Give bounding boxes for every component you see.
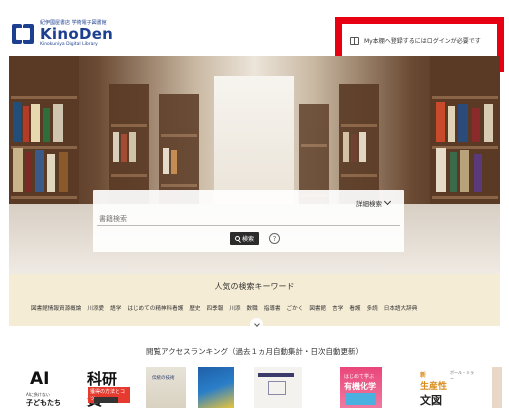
logo-title: KinoDen bbox=[40, 25, 114, 43]
bookshelf-icon bbox=[350, 36, 359, 45]
login-notice-text: My本棚へ登録するにはログインが必要です bbox=[364, 38, 481, 45]
keyword-link[interactable]: 看護 bbox=[349, 304, 360, 312]
chevron-down-icon bbox=[253, 320, 260, 327]
advanced-search-toggle[interactable]: 詳細検索 bbox=[356, 197, 392, 208]
access-ranking-title: 閲覧アクセスランキング（過去１ヵ月自動集計・日次自動更新） bbox=[146, 347, 363, 356]
keyword-link[interactable]: 図書館情報資源概論 bbox=[31, 304, 81, 312]
keyword-link[interactable]: 多読 bbox=[367, 304, 378, 312]
help-icon[interactable]: ? bbox=[269, 233, 280, 244]
keyword-link[interactable]: 数職 bbox=[247, 304, 258, 312]
book-cover-text: はじめて学ぶ bbox=[344, 374, 375, 380]
ranking-book-cover[interactable]: 伝統の技術 bbox=[146, 367, 186, 408]
search-input[interactable] bbox=[97, 212, 400, 226]
hero-library-image: 詳細検索 検索 ? bbox=[9, 56, 500, 274]
search-panel: 詳細検索 検索 ? bbox=[93, 190, 404, 252]
book-cover-text: AI bbox=[30, 369, 50, 389]
book-cover-text: ポール・ミラー bbox=[450, 370, 474, 381]
ranking-book-cover[interactable]: 科研費 獲得の方法とコツ bbox=[84, 367, 130, 408]
ranking-book-cover[interactable] bbox=[254, 367, 302, 408]
keyword-link[interactable]: はじめての精神科看護 bbox=[127, 304, 183, 312]
login-notice[interactable]: My本棚へ登録するにはログインが必要です bbox=[350, 36, 481, 45]
book-cover-text: 生産性 bbox=[420, 382, 448, 392]
keyword-link[interactable]: 指導書 bbox=[264, 304, 281, 312]
logo-text: 紀伊國屋書店 学術電子図書館 KinoDen Kinokuniya Digita… bbox=[40, 20, 113, 47]
logo-english: Kinokuniya Digital Library bbox=[40, 42, 98, 47]
keyword-link[interactable]: 川添 bbox=[229, 304, 240, 312]
keyword-link[interactable]: 図書館 bbox=[309, 304, 326, 312]
book-cover-text: 伝統の技術 bbox=[152, 376, 175, 381]
search-icon bbox=[234, 236, 240, 241]
ranking-book-cover[interactable]: AI AIに負けない 子どもたち bbox=[22, 367, 68, 408]
keyword-link[interactable]: 四季報 bbox=[207, 304, 224, 312]
popular-keywords-title: 人気の検索キーワード bbox=[214, 282, 295, 291]
search-button-label: 検索 bbox=[241, 236, 254, 243]
ranking-book-cover[interactable] bbox=[198, 367, 234, 408]
book-cover-text: 有機化学 bbox=[344, 382, 376, 391]
ranking-book-cover[interactable]: 新 生産性 文図 ポール・ミラー bbox=[416, 367, 476, 408]
book-cover-text: 新 bbox=[420, 372, 427, 379]
keyword-link[interactable]: 語学 bbox=[110, 304, 121, 312]
search-button[interactable]: 検索 bbox=[230, 232, 259, 245]
keyword-link[interactable]: 言学 bbox=[332, 304, 343, 312]
keyword-link[interactable]: 日本語大辞典 bbox=[384, 304, 418, 312]
keywords-expand-button[interactable] bbox=[250, 318, 263, 331]
ranking-book-list: AI AIに負けない 子どもたち 科研費 獲得の方法とコツ 伝統の技術 はじめて… bbox=[22, 367, 502, 408]
logo-mark-icon bbox=[10, 21, 36, 47]
kinoden-logo[interactable]: 紀伊國屋書店 学術電子図書館 KinoDen Kinokuniya Digita… bbox=[10, 20, 113, 47]
keyword-link[interactable]: 川添愛 bbox=[87, 304, 104, 312]
keyword-link[interactable]: 歴史 bbox=[189, 304, 200, 312]
book-cover-text: 文図 bbox=[420, 394, 442, 407]
ranking-book-cover[interactable] bbox=[492, 367, 502, 408]
book-cover-text: 子どもたち bbox=[26, 399, 61, 407]
keyword-link[interactable]: ごかく bbox=[287, 304, 304, 312]
popular-keywords-list: 図書館情報資源概論 川添愛 語学 はじめての精神科看護 歴史 四季報 川添 数職… bbox=[31, 304, 501, 312]
chevron-down-icon bbox=[383, 197, 392, 206]
ranking-book-cover[interactable]: はじめて学ぶ 有機化学 bbox=[340, 367, 382, 408]
advanced-search-label: 詳細検索 bbox=[356, 200, 382, 208]
